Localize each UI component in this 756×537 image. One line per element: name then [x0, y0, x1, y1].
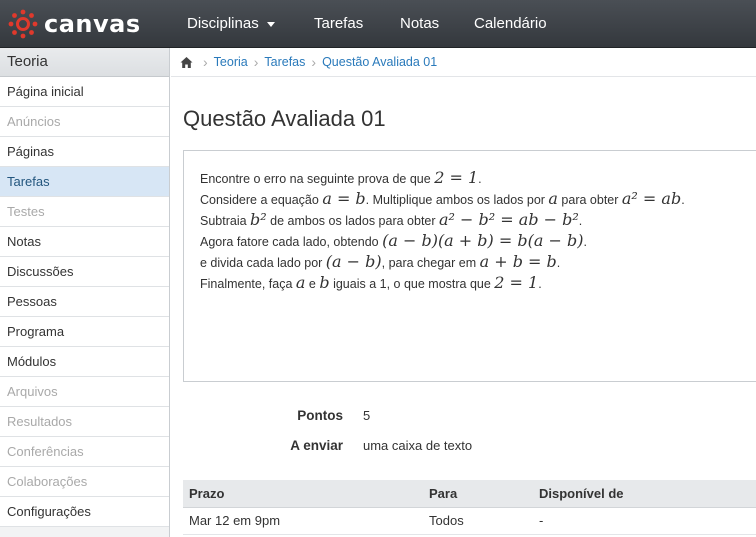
math-expression: a² − b² = ab − b² [439, 210, 579, 229]
breadcrumb-teoria[interactable]: Teoria [214, 55, 248, 69]
description-text: . [583, 235, 587, 249]
math-expression: (a − b)(a + b) = b(a − b) [382, 231, 584, 250]
description-text: e divida cada lado por [200, 256, 326, 270]
math-expression: (a − b) [325, 252, 382, 271]
sidebar-item-paginas[interactable]: Páginas [0, 137, 169, 167]
sidebar-item-testes[interactable]: Testes [0, 197, 169, 227]
description-text: Encontre o erro na seguinte prova de que [200, 172, 435, 186]
description-line: Subtraia b² de ambos os lados para obter… [200, 209, 756, 230]
submission-type-row: A enviar uma caixa de texto [183, 430, 756, 460]
math-expression: a [548, 189, 558, 208]
description-text: Agora fatore cada lado, obtendo [200, 235, 383, 249]
sidebar-item-resultados[interactable]: Resultados [0, 407, 169, 437]
math-expression: b² [250, 210, 267, 229]
table-row: Mar 12 em 9pm Todos - [183, 507, 756, 535]
sidebar-item-notas[interactable]: Notas [0, 227, 169, 257]
course-sidebar: Teoria Página inicial Anúncios Páginas T… [0, 48, 170, 537]
nav-disciplinas-label: Disciplinas [187, 15, 259, 32]
math-expression: 2 = 1 [434, 168, 479, 187]
description-line: e divida cada lado por (a − b), para che… [200, 251, 756, 272]
sidebar-item-arquivos[interactable]: Arquivos [0, 377, 169, 407]
breadcrumb-tarefas[interactable]: Tarefas [264, 55, 305, 69]
sidebar-item-discussoes[interactable]: Discussões [0, 257, 169, 287]
available-from-cell: - [533, 507, 756, 535]
column-header-para: Para [423, 480, 533, 508]
sidebar-item-tarefas[interactable]: Tarefas [0, 167, 169, 197]
math-expression: a [295, 273, 306, 292]
description-text: iguais a 1, o que mostra que [329, 277, 495, 291]
canvas-logo[interactable]: canvas [8, 8, 141, 40]
table-header-row: Prazo Para Disponível de [183, 480, 756, 508]
canvas-logo-icon [8, 9, 38, 39]
column-header-disponivel: Disponível de [533, 480, 756, 508]
column-header-prazo: Prazo [183, 480, 423, 508]
description-line: Agora fatore cada lado, obtendo (a − b)(… [200, 230, 756, 251]
chevron-down-icon [266, 21, 275, 27]
description-text: . [478, 172, 482, 186]
description-text: Finalmente, faça [200, 277, 296, 291]
sidebar-item-programa[interactable]: Programa [0, 317, 169, 347]
submission-type-value: uma caixa de texto [363, 437, 473, 453]
description-text: . Multiplique ambos os lados por [365, 193, 549, 207]
math-expression: a + b = b [479, 252, 557, 271]
submission-type-label: A enviar [290, 437, 343, 453]
home-icon[interactable] [180, 56, 193, 69]
sidebar-item-colaboracoes[interactable]: Colaborações [0, 467, 169, 497]
assignment-details: Pontos 5 A enviar uma caixa de texto [183, 400, 756, 460]
nav-calendario-link[interactable]: Calendário [474, 0, 547, 48]
nav-disciplinas-menu[interactable]: Disciplinas [187, 0, 275, 48]
description-text: e [305, 277, 320, 291]
math-expression: a² = ab [621, 189, 682, 208]
due-dates-table: Prazo Para Disponível de Mar 12 em 9pm T… [183, 480, 756, 535]
description-text: . [556, 256, 561, 270]
description-line: Finalmente, faça a e b iguais a 1, o que… [200, 272, 756, 293]
sidebar-item-anuncios[interactable]: Anúncios [0, 107, 169, 137]
math-expression: a = b [322, 189, 366, 208]
nav-notas-link[interactable]: Notas [400, 0, 439, 48]
global-header: canvas Disciplinas Tarefas Notas Calendá… [0, 0, 756, 48]
description-line: Encontre o erro na seguinte prova de que… [200, 167, 756, 188]
description-text: Considere a equação [200, 193, 323, 207]
canvas-logo-text: canvas [44, 10, 141, 38]
points-row: Pontos 5 [183, 400, 756, 430]
math-expression: 2 = 1 [494, 273, 539, 292]
assignment-description: Encontre o erro na seguinte prova de que… [183, 150, 756, 382]
description-text: . [578, 214, 583, 228]
math-expression: b [319, 273, 330, 292]
description-text: Subtraia [200, 214, 251, 228]
description-text: . [538, 277, 542, 291]
breadcrumb-current[interactable]: Questão Avaliada 01 [322, 55, 437, 69]
points-value: 5 [363, 407, 371, 423]
sidebar-item-pagina-inicial[interactable]: Página inicial [0, 77, 169, 107]
sidebar-item-modulos[interactable]: Módulos [0, 347, 169, 377]
breadcrumb-separator: › [311, 54, 317, 70]
breadcrumb-separator: › [253, 54, 259, 70]
description-text: de ambos os lados para obter [266, 214, 440, 228]
description-text: , para chegar em [381, 256, 480, 270]
assign-to-cell: Todos [423, 507, 533, 535]
sidebar-item-pessoas[interactable]: Pessoas [0, 287, 169, 317]
points-label: Pontos [297, 407, 343, 423]
description-line: Considere a equação a = b. Multiplique a… [200, 188, 756, 209]
course-title[interactable]: Teoria [0, 48, 169, 77]
breadcrumb: › Teoria › Tarefas › Questão Avaliada 01 [171, 48, 756, 77]
sidebar-item-conferencias[interactable]: Conferências [0, 437, 169, 467]
description-text: para obter [557, 193, 622, 207]
breadcrumb-separator: › [203, 54, 208, 70]
due-date-cell: Mar 12 em 9pm [183, 507, 423, 535]
sidebar-item-configuracoes[interactable]: Configurações [0, 497, 169, 527]
description-text: . [681, 193, 685, 207]
page-title: Questão Avaliada 01 [183, 106, 386, 131]
nav-tarefas-link[interactable]: Tarefas [314, 0, 363, 48]
